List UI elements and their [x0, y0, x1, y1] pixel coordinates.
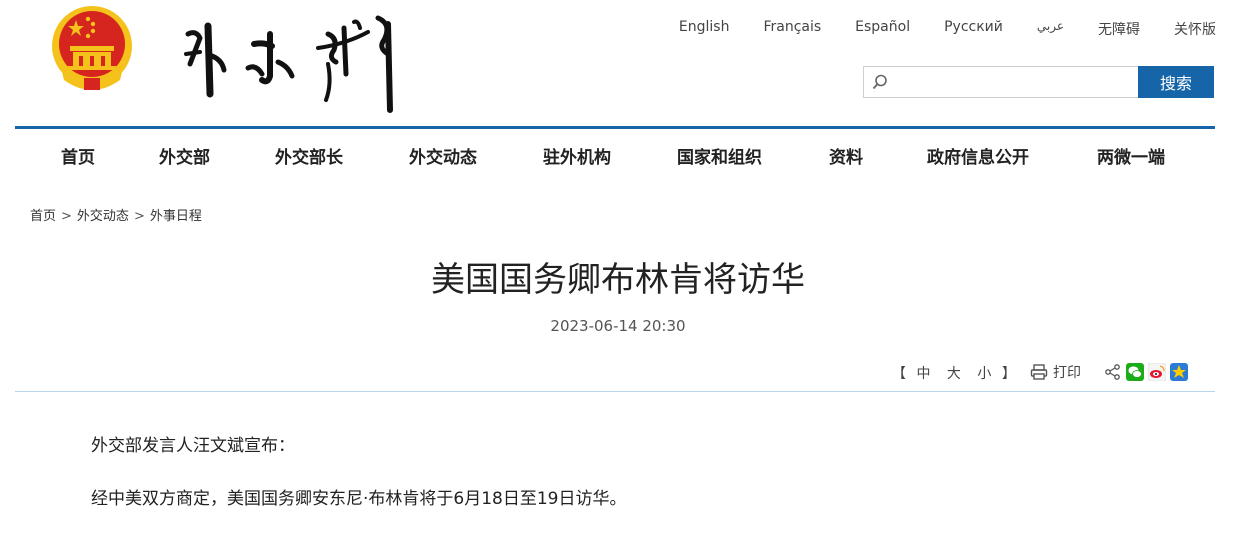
wechat-icon[interactable]: [1126, 363, 1144, 381]
lang-english-link[interactable]: English: [679, 19, 730, 39]
lang-arabic-link[interactable]: عربي: [1037, 19, 1064, 39]
weibo-icon[interactable]: [1148, 363, 1166, 381]
font-size-medium-button[interactable]: 中: [916, 366, 930, 382]
article-toolbar: 【 中 大 小 】 打印: [0, 362, 1236, 384]
nav-item-ministry[interactable]: 外交部: [159, 143, 210, 168]
search-bar: 搜索: [863, 66, 1215, 98]
share-icon[interactable]: [1104, 363, 1122, 381]
content-divider: [15, 391, 1215, 392]
search-button[interactable]: 搜索: [1138, 66, 1214, 98]
font-size-small-button[interactable]: 小: [977, 366, 991, 382]
nav-item-overseas-missions[interactable]: 驻外机构: [543, 143, 611, 168]
language-bar: English Français Español Русский عربي 无障…: [645, 19, 1216, 39]
print-button[interactable]: 打印: [1030, 362, 1081, 382]
breadcrumb: 首页 > 外交动态 > 外事日程: [30, 205, 202, 224]
search-input[interactable]: [892, 67, 1136, 97]
accessibility-link[interactable]: 无障碍: [1098, 19, 1140, 39]
nav-item-home[interactable]: 首页: [61, 143, 95, 168]
breadcrumb-diplomatic-news[interactable]: 外交动态: [77, 209, 129, 224]
font-size-large-button[interactable]: 大: [947, 366, 961, 382]
nav-item-minister[interactable]: 外交部长: [275, 143, 343, 168]
national-emblem-icon[interactable]: [46, 2, 138, 94]
print-label: 打印: [1053, 365, 1081, 381]
printer-icon: [1030, 364, 1048, 380]
breadcrumb-home[interactable]: 首页: [30, 209, 56, 224]
article-date: 2023-06-14 20:30: [550, 317, 686, 335]
ministry-calligraphy-logo[interactable]: [178, 4, 404, 116]
nav-item-mobile-platforms[interactable]: 两微一端: [1097, 143, 1165, 168]
breadcrumb-foreign-affairs-schedule[interactable]: 外事日程: [150, 209, 202, 224]
share-bar: [1104, 363, 1188, 381]
care-version-link[interactable]: 关怀版: [1174, 19, 1216, 39]
breadcrumb-separator: >: [61, 209, 72, 224]
bracket-close: 】: [1001, 366, 1016, 382]
search-icon: [872, 74, 887, 90]
nav-item-resources[interactable]: 资料: [829, 143, 863, 168]
nav-item-countries-organizations[interactable]: 国家和组织: [677, 143, 762, 168]
lang-french-link[interactable]: Français: [763, 19, 821, 39]
nav-item-government-information[interactable]: 政府信息公开: [927, 143, 1029, 168]
main-nav: 首页 外交部 外交部长 外交动态 驻外机构 国家和组织 资料 政府信息公开 两微…: [15, 129, 1215, 181]
font-size-controls: 【 中 大 小 】: [892, 363, 1016, 383]
lang-russian-link[interactable]: Русский: [944, 19, 1003, 39]
bracket-open: 【: [892, 366, 906, 382]
qzone-icon[interactable]: [1170, 363, 1188, 381]
article-paragraph: 外交部发言人汪文斌宣布：: [91, 436, 295, 456]
breadcrumb-separator: >: [133, 209, 145, 224]
article-title: 美国国务卿布林肯将访华: [431, 260, 805, 300]
search-box: [863, 66, 1138, 98]
lang-spanish-link[interactable]: Español: [855, 19, 910, 39]
nav-item-diplomatic-news[interactable]: 外交动态: [409, 143, 477, 168]
article-paragraph: 经中美双方商定，美国国务卿安东尼·布林肯将于6月18日至19日访华。: [91, 489, 627, 509]
